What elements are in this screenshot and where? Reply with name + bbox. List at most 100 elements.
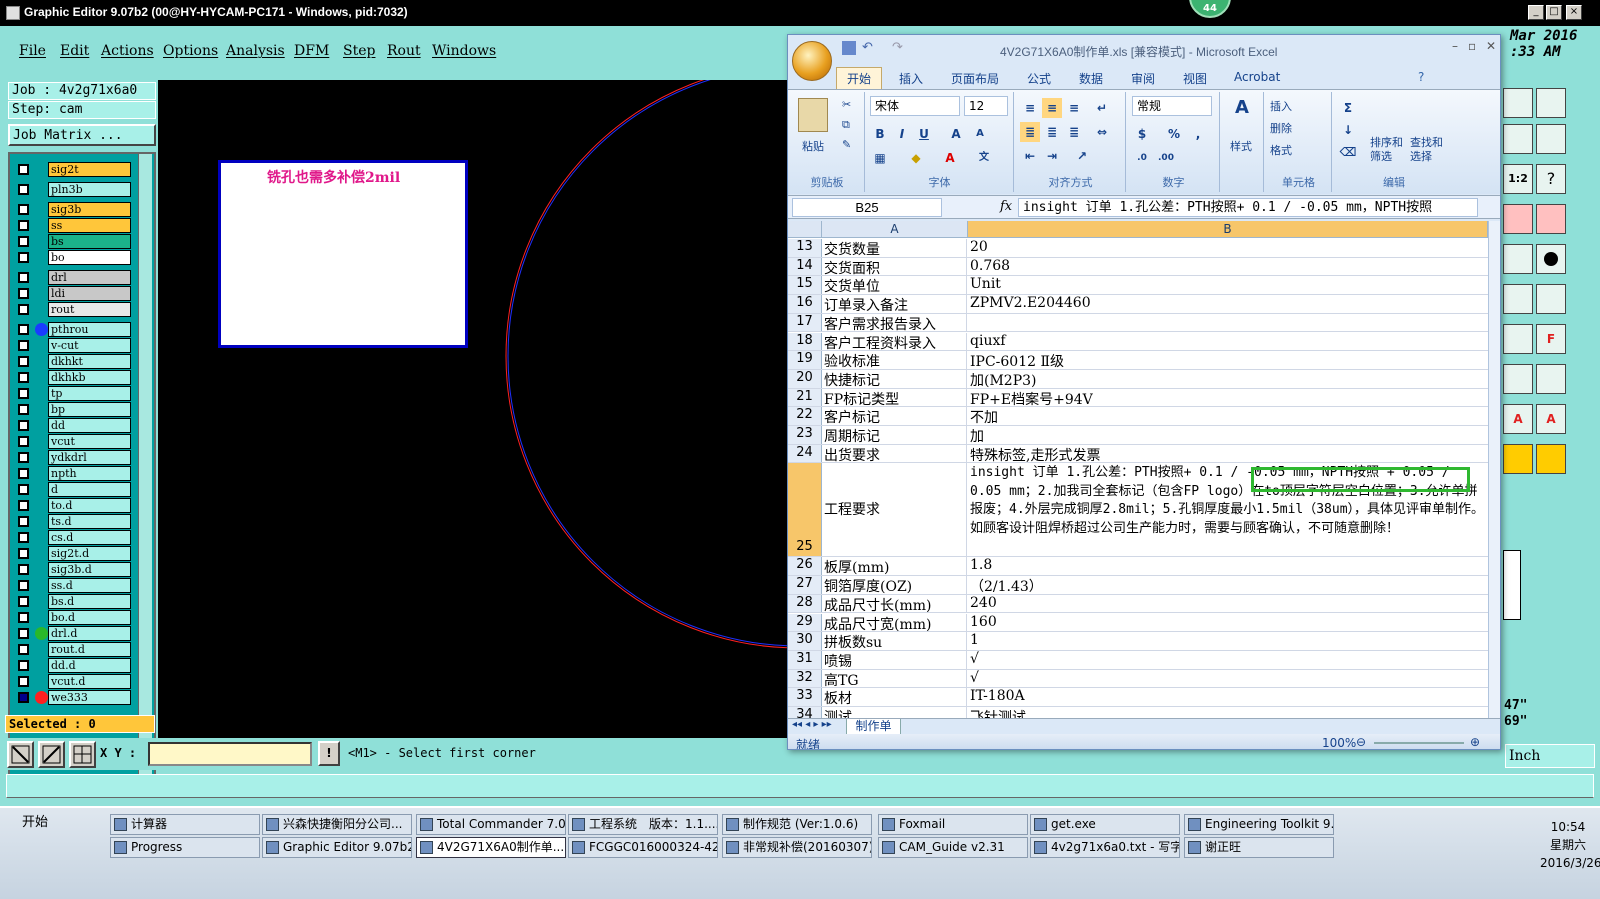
sort-filter-button[interactable]: 排序和 筛选: [1370, 136, 1403, 164]
layer-checkbox[interactable]: [18, 564, 29, 575]
taskbar-item[interactable]: 非常规补偿(20160307)...: [722, 837, 872, 858]
layer-row[interactable]: ydkdrl: [12, 450, 132, 465]
table-row[interactable]: 19 验收标准 IPC-6012 Ⅱ级: [788, 351, 1488, 370]
cell-a[interactable]: 客户需求报告录入: [822, 313, 967, 332]
layer-checkbox[interactable]: [18, 452, 29, 463]
layer-checkbox[interactable]: [18, 516, 29, 527]
layer-name[interactable]: bs.d: [48, 594, 131, 609]
layer-checkbox[interactable]: [18, 184, 29, 195]
clear-icon[interactable]: ⌫: [1338, 142, 1358, 162]
flip-tool-icon[interactable]: F: [1536, 324, 1566, 354]
format-cells-button[interactable]: 格式: [1270, 142, 1292, 158]
cell-a[interactable]: 客户标记: [822, 407, 967, 425]
italic-icon[interactable]: I: [892, 124, 912, 144]
cell-b[interactable]: [968, 314, 1486, 332]
row-number[interactable]: 27: [788, 576, 822, 594]
layer-checkbox[interactable]: [18, 484, 29, 495]
layer-row[interactable]: we333: [12, 690, 132, 705]
zoom-tool-icon[interactable]: [7, 741, 34, 768]
move-tool-icon[interactable]: [1503, 364, 1533, 394]
bold-icon[interactable]: B: [870, 124, 890, 144]
layer-checkbox[interactable]: [18, 388, 29, 399]
layer-row[interactable]: sig2t: [12, 162, 132, 177]
layer-row[interactable]: drl: [12, 270, 132, 285]
layer-checkbox[interactable]: [18, 420, 29, 431]
cell-a[interactable]: 板材: [822, 688, 967, 706]
table-row[interactable]: 24 出货要求 特殊标签,走形式发票: [788, 444, 1488, 464]
layer-name[interactable]: dkhkb: [48, 370, 131, 385]
layer-checkbox[interactable]: [18, 596, 29, 607]
layer-checkbox[interactable]: [18, 548, 29, 559]
cell-a[interactable]: 工程要求: [822, 463, 967, 557]
fill-color-icon[interactable]: ◆: [906, 148, 926, 168]
sum-icon[interactable]: Σ: [1338, 98, 1358, 118]
align-right-icon[interactable]: ≣: [1064, 122, 1084, 142]
layer-name[interactable]: ydkdrl: [48, 450, 131, 465]
layer-row[interactable]: bp: [12, 402, 132, 417]
layer-row[interactable]: bs.d: [12, 594, 132, 609]
layer-checkbox[interactable]: [18, 612, 29, 623]
layer-row[interactable]: pln3b: [12, 182, 132, 197]
copy-icon[interactable]: ⧉: [842, 118, 850, 132]
layer-name[interactable]: to.d: [48, 498, 131, 513]
menu-windows[interactable]: Windows: [432, 43, 496, 59]
layer-name[interactable]: ldi: [48, 286, 131, 301]
orientation-icon[interactable]: ↗: [1072, 146, 1092, 166]
taskbar-item[interactable]: 谢正旺: [1184, 837, 1334, 858]
styles-icon[interactable]: A: [1232, 98, 1252, 118]
layer-name[interactable]: pthrou: [48, 322, 131, 337]
col-header-a[interactable]: A: [822, 221, 968, 238]
align-top-icon[interactable]: ≡: [1020, 98, 1040, 118]
layer-name[interactable]: vcut.d: [48, 674, 131, 689]
layer-name[interactable]: bo.d: [48, 610, 131, 625]
layer-row[interactable]: ss: [12, 218, 132, 233]
table-row[interactable]: 33 板材 IT-180A: [788, 688, 1488, 707]
maximize-button[interactable]: □: [1546, 5, 1562, 20]
layer-name[interactable]: bp: [48, 402, 131, 417]
layer-name[interactable]: sig2t.d: [48, 546, 131, 561]
layer-checkbox[interactable]: [18, 220, 29, 231]
layer-name[interactable]: sig3b: [48, 202, 131, 217]
cell-a[interactable]: 出货要求: [822, 444, 967, 463]
cell-a[interactable]: 板厚(mm): [822, 557, 967, 576]
layer-name[interactable]: ts.d: [48, 514, 131, 529]
layer-row[interactable]: dd: [12, 418, 132, 433]
cell-a[interactable]: 快捷标记: [822, 369, 967, 388]
layer-row[interactable]: sig3b: [12, 202, 132, 217]
cell-b[interactable]: IPC-6012 Ⅱ级: [968, 351, 1486, 369]
window-tool-icon[interactable]: [1536, 88, 1566, 118]
table-row[interactable]: 29 成品尺寸宽(mm) 160: [788, 613, 1488, 633]
layer-row[interactable]: bo: [12, 250, 132, 265]
layer-name[interactable]: cs.d: [48, 530, 131, 545]
layer-checkbox[interactable]: [18, 340, 29, 351]
unit-selector[interactable]: Inch: [1505, 744, 1595, 768]
cell-a[interactable]: 订单录入备注: [822, 295, 967, 313]
undo-icon[interactable]: ↶: [862, 40, 873, 55]
tab-home[interactable]: 开始: [836, 67, 883, 89]
layer-checkbox[interactable]: [18, 324, 29, 335]
cell-a[interactable]: 拼板数su: [822, 632, 967, 650]
align-middle-icon[interactable]: ≡: [1042, 98, 1062, 118]
taskbar-item[interactable]: 4V2G71X6A0制作单....: [416, 837, 566, 858]
layer-checkbox[interactable]: [18, 500, 29, 511]
command-line[interactable]: [6, 774, 1594, 798]
cell-a[interactable]: 交货面积: [822, 257, 967, 276]
layer-row[interactable]: vcut: [12, 434, 132, 449]
cut-icon[interactable]: ✂: [842, 98, 851, 111]
arc-tool-icon[interactable]: A: [1503, 404, 1533, 434]
taskbar-item[interactable]: CAM_Guide v2.31: [878, 837, 1028, 858]
taskbar-item[interactable]: Engineering Toolkit 9.0...: [1184, 814, 1334, 835]
cell-b[interactable]: 加(M2P3): [968, 370, 1486, 388]
layer-checkbox[interactable]: [18, 404, 29, 415]
layers-tool-icon[interactable]: [1503, 204, 1533, 234]
row-number[interactable]: 24: [788, 444, 822, 463]
worksheet[interactable]: A B 13 交货数量 20 14 交货面积 0.768 15 交货单位 Unit 16 订单录入备…: [788, 221, 1488, 718]
align-center-icon[interactable]: ≣: [1042, 122, 1062, 142]
cell-a[interactable]: 高TG: [822, 669, 967, 688]
layer-name[interactable]: ss.d: [48, 578, 131, 593]
phonetic-icon[interactable]: 文: [974, 148, 994, 168]
layer-row[interactable]: cs.d: [12, 530, 132, 545]
layer-row[interactable]: ts.d: [12, 514, 132, 529]
table-row[interactable]: 16 订单录入备注 ZPMV2.E204460: [788, 295, 1488, 314]
font-name-select[interactable]: 宋体: [870, 96, 960, 116]
